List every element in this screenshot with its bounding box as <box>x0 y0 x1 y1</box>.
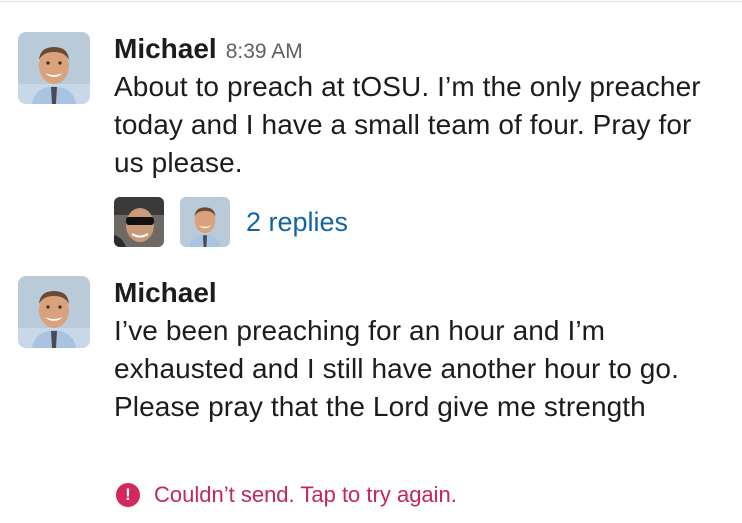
thread-summary[interactable]: 2 replies <box>114 197 348 247</box>
reply-avatar-sunglasses-image <box>114 197 164 247</box>
top-divider <box>0 1 742 2</box>
alert-icon: ! <box>116 483 140 507</box>
reply-avatar-michael <box>180 197 230 247</box>
michael-avatar-image <box>18 276 90 348</box>
reply-avatar-sunglasses <box>114 197 164 247</box>
michael-avatar[interactable] <box>18 32 90 104</box>
michael-avatar-image <box>18 32 90 104</box>
send-failed-retry[interactable]: ! Couldn’t send. Tap to try again. <box>116 482 457 508</box>
author-name[interactable]: Michael <box>114 276 217 310</box>
message-text: I’ve been preaching for an hour and I’m … <box>114 315 679 422</box>
message-header: Michael <box>114 276 722 310</box>
thread-replies-link[interactable]: 2 replies <box>246 207 348 238</box>
message-header: Michael 8:39 AM <box>114 32 722 66</box>
author-name[interactable]: Michael <box>114 32 217 66</box>
timestamp[interactable]: 8:39 AM <box>226 40 303 64</box>
send-failed-text[interactable]: Couldn’t send. Tap to try again. <box>154 482 457 508</box>
michael-avatar[interactable] <box>18 276 90 348</box>
chat-screen: Michael 8:39 AM About to preach at tOSU.… <box>0 0 742 523</box>
reply-avatar-michael-image <box>180 197 230 247</box>
message-text: About to preach at tOSU. I’m the only pr… <box>114 71 701 178</box>
